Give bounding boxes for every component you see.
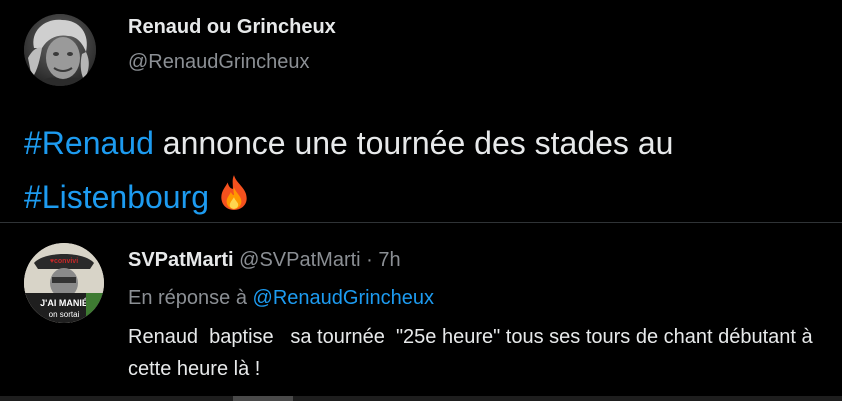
horizontal-scrollbar[interactable] (0, 396, 842, 401)
author-name[interactable]: Renaud ou Grincheux (128, 16, 336, 39)
hashtag-renaud-link[interactable]: #Renaud (24, 125, 154, 161)
reply-text: Renaud baptise sa tournée "25e heure" to… (128, 326, 824, 380)
reply-tweet[interactable]: ♥convivi J'AI MANIÉ on sortai SVPatMarti… (0, 223, 842, 401)
reply-timestamp[interactable]: 7h (378, 249, 400, 271)
tweet-text: #Renaud annonce une tournée des stades a… (24, 116, 824, 227)
reply-author-handle[interactable]: @SVPatMarti (239, 249, 360, 271)
reply-context: En réponse à @RenaudGrincheux (128, 287, 434, 310)
reply-author-avatar[interactable]: ♥convivi J'AI MANIÉ on sortai (24, 243, 104, 323)
reply-avatar-image: ♥convivi J'AI MANIÉ on sortai (24, 243, 104, 323)
reply-mention-link[interactable]: @RenaudGrincheux (253, 287, 435, 309)
reply-author-name[interactable]: SVPatMarti (128, 249, 234, 271)
reply-separator: · (360, 249, 379, 271)
reply-context-prefix: En réponse à (128, 287, 253, 309)
hashtag-listenbourg-link[interactable]: #Listenbourg (24, 179, 209, 215)
svg-text:J'AI MANIÉ: J'AI MANIÉ (40, 298, 88, 308)
reply-header: SVPatMarti @SVPatMarti · 7h (128, 249, 401, 272)
svg-text:on sortai: on sortai (49, 310, 80, 319)
svg-text:♥convivi: ♥convivi (50, 258, 78, 265)
tweet-text-body: annonce une tournée des stades au (153, 125, 674, 161)
fire-icon (215, 173, 253, 227)
author-avatar-image (24, 14, 96, 86)
main-tweet: Renaud ou Grincheux @RenaudGrincheux #Re… (0, 0, 842, 222)
scrollbar-thumb[interactable] (233, 396, 293, 401)
author-avatar[interactable] (24, 14, 96, 86)
author-handle[interactable]: @RenaudGrincheux (128, 51, 310, 74)
